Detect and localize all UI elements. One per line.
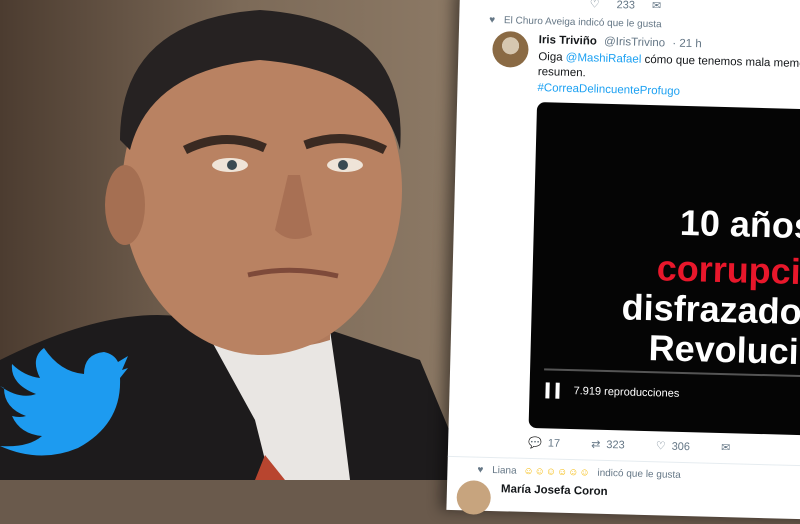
tweet-text-rest: cómo que tenemos mala memo — [641, 53, 800, 71]
tweet-card[interactable]: ♡ 233 ✉ ♥ El Churo Aveiga indicó que le … — [446, 0, 800, 520]
video-caption-line-2: corrupció — [656, 247, 800, 293]
like-button[interactable]: ♡ 306 — [656, 439, 691, 453]
video-caption-line-1: 10 años — [679, 201, 800, 247]
liker-name[interactable]: Liana — [492, 465, 517, 477]
top-action-bar: ♡ 233 ✉ — [590, 0, 676, 13]
video-player[interactable]: 10 años corrupció disfrazados Revolució … — [528, 102, 800, 436]
video-caption-line-3: disfrazados — [621, 286, 800, 333]
author-name[interactable]: Iris Triviño — [539, 34, 597, 48]
top-like-count: 233 — [616, 0, 636, 12]
reply-icon: 💬 — [528, 436, 543, 450]
like-count: 306 — [671, 440, 691, 454]
avatar[interactable] — [456, 480, 492, 515]
reply-button[interactable]: 💬 17 — [528, 436, 560, 450]
pause-icon[interactable] — [545, 382, 560, 399]
message-button[interactable]: ✉ — [721, 441, 737, 454]
heart-icon: ♥ — [477, 464, 484, 476]
mail-icon[interactable]: ✉ — [652, 0, 662, 12]
twitter-bird-icon — [0, 348, 128, 456]
video-caption-line-4: Revolució — [648, 327, 800, 373]
liked-by-notice: ♥ El Churo Aveiga indicó que le gusta — [489, 15, 662, 31]
tweet-action-bar: 💬 17 ⇄ 323 ♡ 306 ✉ — [528, 436, 764, 455]
author-handle[interactable]: @IrisTrivino — [604, 36, 665, 50]
tweet-text-line2: resumen. — [537, 66, 586, 80]
retweet-count: 323 — [606, 438, 625, 452]
tweet-text: Oiga @MashiRafael cómo que tenemos mala … — [538, 50, 800, 88]
liked-by-notice-2: ♥ Liana ☺☺☺☺☺☺ indicó que le gusta — [477, 465, 681, 481]
heart-icon[interactable]: ♡ — [590, 0, 600, 11]
liked-by-text: El Churo Aveiga indicó que le gusta — [503, 15, 662, 31]
heart-icon: ♡ — [655, 440, 666, 453]
liked-by-text-2: indicó que le gusta — [597, 467, 681, 481]
avatar[interactable] — [491, 30, 529, 68]
hashtag-link[interactable]: #CorreaDelincuenteProfugo — [537, 82, 680, 98]
mention-link[interactable]: @MashiRafael — [566, 52, 642, 66]
heart-icon: ♥ — [489, 14, 496, 26]
view-count: 7.919 reproducciones — [573, 385, 680, 400]
emoji-decoration: ☺☺☺☺☺☺ — [523, 465, 591, 479]
next-tweet-author[interactable]: María Josefa Coron — [501, 483, 608, 498]
mail-icon: ✉ — [720, 441, 731, 455]
reply-count: 17 — [547, 437, 561, 450]
tweet-time[interactable]: · 21 h — [672, 38, 702, 51]
retweet-button[interactable]: ⇄ 323 — [591, 438, 625, 452]
retweet-icon: ⇄ — [591, 438, 601, 451]
tweet-text-lead: Oiga — [538, 51, 566, 64]
tweet-author-row: Iris Triviño @IrisTrivino · 21 h — [539, 34, 702, 50]
